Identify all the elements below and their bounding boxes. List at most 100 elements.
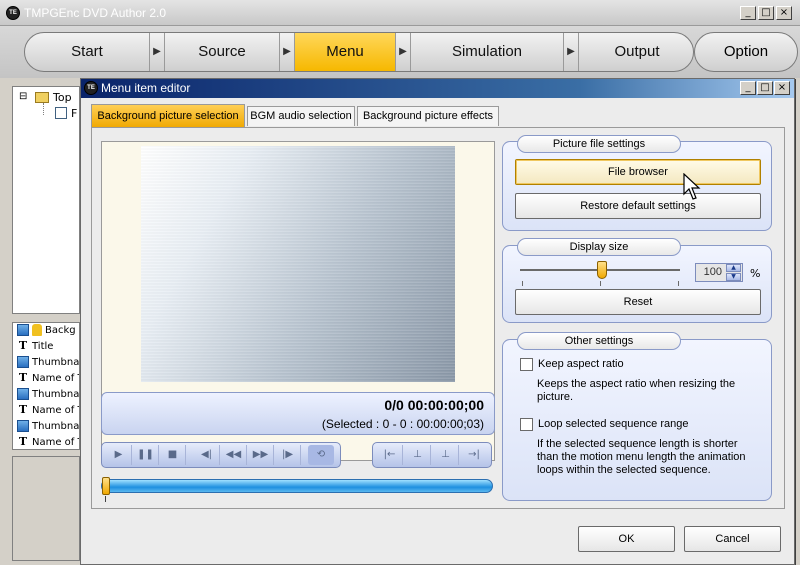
dialog-minimize-button[interactable]: _: [740, 81, 756, 95]
list-item-label: Name of T: [32, 437, 80, 448]
step-arrow-icon: ▶: [149, 33, 165, 71]
playback-controls: ▶ ❚❚ ■ ◀| ◀◀ ▶▶ |▶ ⟲: [101, 442, 341, 468]
properties-panel: [12, 456, 80, 561]
step-simulation[interactable]: Simulation: [411, 33, 563, 71]
go-start-icon[interactable]: |←: [377, 445, 403, 465]
page-icon: [55, 107, 67, 119]
maximize-button[interactable]: □: [758, 6, 774, 20]
cancel-button[interactable]: Cancel: [684, 526, 781, 552]
loop-sequence-checkbox[interactable]: [520, 418, 533, 431]
spin-down-icon[interactable]: ▼: [726, 273, 741, 281]
tree-line: [43, 103, 44, 115]
display-size-value[interactable]: 100: [704, 266, 722, 278]
step-start[interactable]: Start: [25, 33, 149, 71]
tab-background-picture[interactable]: Background picture selection: [91, 104, 245, 128]
step-navigation: Start ▶ Source ▶ Menu ▶ Simulation ▶ Out…: [24, 32, 694, 72]
loop-sequence-label[interactable]: Loop selected sequence range: [538, 418, 688, 430]
step-source[interactable]: Source: [165, 33, 279, 71]
picture-icon: [17, 356, 29, 368]
mark-out-icon[interactable]: ⊥: [433, 445, 459, 465]
keep-aspect-ratio-checkbox[interactable]: [520, 358, 533, 371]
background-picture-texture: [141, 146, 455, 382]
close-button[interactable]: ×: [776, 6, 792, 20]
step-arrow-icon: ▶: [563, 33, 579, 71]
display-size-spinbox[interactable]: 100 ▲ ▼: [695, 263, 743, 282]
stop-icon[interactable]: ■: [160, 445, 186, 465]
fast-forward-icon[interactable]: ▶▶: [248, 445, 274, 465]
list-item-label: Title: [32, 341, 54, 352]
list-item-label: Thumbna: [32, 389, 80, 400]
pause-icon[interactable]: ❚❚: [133, 445, 159, 465]
other-settings-label: Other settings: [517, 332, 681, 350]
app-title: TMPGEnc DVD Author 2.0: [24, 6, 167, 20]
tree-child-label[interactable]: F: [71, 107, 77, 120]
seek-tick: [105, 496, 106, 502]
text-icon: T: [18, 371, 28, 384]
time-counter: 0/0 00:00:00;00: [384, 397, 484, 413]
text-icon: T: [18, 339, 28, 352]
play-icon[interactable]: ▶: [106, 445, 132, 465]
loop-sequence-description: If the selected sequence length is short…: [537, 438, 746, 476]
app-icon: TE: [6, 6, 20, 20]
list-item-label: Name of T: [32, 373, 80, 384]
spin-up-icon[interactable]: ▲: [726, 264, 741, 272]
tree-expander-icon[interactable]: ⊟: [19, 91, 27, 102]
option-button[interactable]: Option: [694, 32, 798, 72]
list-item-label: Thumbna: [32, 357, 80, 368]
rewind-icon[interactable]: ◀◀: [221, 445, 247, 465]
folder-icon: [35, 92, 49, 103]
list-item[interactable]: Thumbna: [13, 419, 79, 435]
step-menu[interactable]: Menu: [295, 33, 395, 71]
lock-icon: [32, 324, 42, 336]
list-item[interactable]: T Name of T: [13, 371, 79, 387]
cut-edit-controls: |← ⊥ ⊥ →|: [372, 442, 492, 468]
keep-aspect-ratio-description: Keeps the aspect ratio when resizing the…: [537, 378, 736, 403]
tab-background-effects[interactable]: Background picture effects: [357, 106, 499, 126]
reset-button[interactable]: Reset: [515, 289, 761, 315]
slider-tick: [522, 281, 523, 286]
mark-in-icon[interactable]: ⊥: [405, 445, 431, 465]
list-item[interactable]: Thumbna: [13, 387, 79, 403]
step-arrow-icon: ▶: [279, 33, 295, 71]
step-forward-icon[interactable]: |▶: [275, 445, 301, 465]
display-size-slider-handle[interactable]: [597, 261, 607, 279]
dialog-close-button[interactable]: ×: [774, 81, 790, 95]
dialog-title: Menu item editor: [101, 81, 191, 95]
step-back-icon[interactable]: ◀|: [194, 445, 220, 465]
list-item-label: Backg: [45, 325, 76, 336]
list-item[interactable]: T Name of T: [13, 403, 79, 419]
picture-icon: [17, 324, 29, 336]
minimize-button[interactable]: _: [740, 6, 756, 20]
list-item[interactable]: Thumbna: [13, 355, 79, 371]
time-display: 0/0 00:00:00;00 (Selected : 0 - 0 : 00:0…: [101, 392, 495, 435]
tab-bgm-audio[interactable]: BGM audio selection: [247, 106, 355, 126]
picture-icon: [17, 420, 29, 432]
seek-handle[interactable]: [102, 477, 110, 495]
text-icon: T: [18, 403, 28, 416]
restore-default-button[interactable]: Restore default settings: [515, 193, 761, 219]
go-end-icon[interactable]: →|: [461, 445, 487, 465]
keep-aspect-ratio-label[interactable]: Keep aspect ratio: [538, 358, 624, 370]
mouse-cursor-icon: [683, 173, 701, 200]
picture-file-settings-label: Picture file settings: [517, 135, 681, 153]
seek-bar[interactable]: [101, 479, 493, 493]
picture-icon: [17, 388, 29, 400]
list-item[interactable]: T Name of T: [13, 435, 80, 449]
step-output[interactable]: Output: [579, 33, 693, 71]
file-browser-button[interactable]: File browser: [515, 159, 761, 185]
menu-item-list[interactable]: Backg T Title Thumbna T Name of T Thumbna …: [12, 322, 80, 450]
text-icon: T: [18, 435, 28, 448]
ok-button[interactable]: OK: [578, 526, 675, 552]
loop-icon[interactable]: ⟲: [308, 445, 334, 465]
list-item[interactable]: Backg: [13, 323, 79, 339]
dialog-maximize-button[interactable]: □: [757, 81, 773, 95]
display-size-label: Display size: [517, 238, 681, 256]
list-item-label: Thumbna: [32, 421, 80, 432]
slider-tick: [678, 281, 679, 286]
list-item[interactable]: T Title: [13, 339, 79, 355]
menu-tree[interactable]: ⊟ Top F: [12, 86, 80, 314]
list-item-label: Name of T: [32, 405, 80, 416]
tree-root-label[interactable]: Top: [53, 91, 72, 104]
menu-item-editor-dialog: TE Menu item editor _ □ × Background pic…: [80, 78, 795, 565]
slider-tick: [600, 281, 601, 286]
